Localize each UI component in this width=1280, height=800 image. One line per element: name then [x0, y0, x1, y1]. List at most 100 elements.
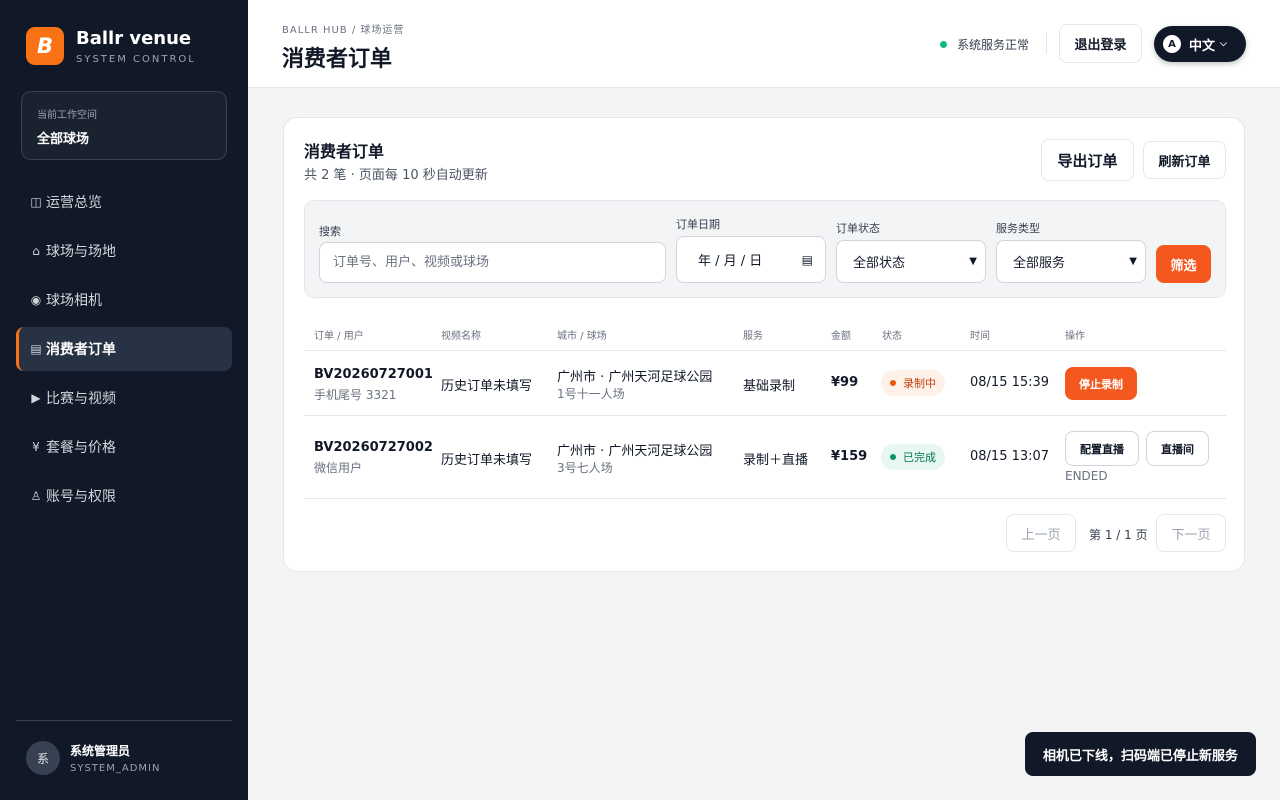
chevron-down-icon: ⌵ — [1220, 39, 1227, 49]
language-icon: A — [1163, 35, 1181, 53]
table-row[interactable]: BV20260727001 手机尾号 3321 历史订单未填写 广州市 · 广州… — [304, 351, 1226, 416]
table-header: 订单 / 用户 视频名称 城市 / 球场 服务 金额 状态 时间 操作 — [304, 318, 1226, 351]
status-dot-icon — [890, 380, 896, 386]
column-header: 城市 / 球场 — [557, 331, 607, 342]
language-switcher[interactable]: A 中文 ⌵ — [1154, 26, 1246, 62]
brand-text: Ballr venue SYSTEM CONTROL — [76, 28, 196, 65]
export-orders-button[interactable]: 导出订单 — [1041, 139, 1134, 181]
order-status-label: 订单状态 — [836, 222, 880, 235]
page-info: 第 1 / 1 页 — [1089, 528, 1148, 542]
stop-recording-button[interactable]: 停止录制 — [1065, 367, 1137, 400]
workspace-label: 当前工作空间 — [37, 110, 97, 121]
card-title: 消费者订单 — [304, 142, 385, 161]
order-status-select[interactable]: 全部状态 ▼ — [836, 240, 986, 283]
next-page-button[interactable]: 下一页 — [1156, 514, 1226, 552]
filter-bar: 搜索 订单日期 年 / 月 / 日 ▤ 订单状态 全部状态 ▼ 服务类型 全部服… — [304, 200, 1226, 298]
video-name: 历史订单未填写 — [441, 379, 533, 394]
video-name: 历史订单未填写 — [441, 453, 533, 468]
sidebar-item-label: 比赛与视频 — [46, 391, 116, 407]
date-value: 年 / 月 / 日 — [698, 254, 763, 269]
column-header: 订单 / 用户 — [314, 331, 364, 342]
brand[interactable]: B Ballr venue SYSTEM CONTROL — [26, 27, 196, 65]
prev-page-button[interactable]: 上一页 — [1006, 514, 1076, 552]
order-status-value: 全部状态 — [853, 256, 906, 271]
status-text: 系统服务正常 — [957, 38, 1030, 52]
sidebar-item-label: 消费者订单 — [46, 342, 116, 358]
sidebar-item-overview[interactable]: ◫ 运营总览 — [16, 180, 232, 224]
service-type-select[interactable]: 全部服务 ▼ — [996, 240, 1146, 283]
service-type-value: 全部服务 — [1013, 256, 1066, 271]
toast-notification: 相机已下线，扫码端已停止新服务 — [1025, 732, 1256, 776]
column-header: 操作 — [1065, 331, 1085, 342]
refresh-orders-button[interactable]: 刷新订单 — [1143, 141, 1226, 179]
user-role: SYSTEM_ADMIN — [70, 763, 161, 774]
order-time: 08/15 13:07 — [970, 449, 1050, 464]
date-label: 订单日期 — [676, 218, 720, 231]
page-header: BALLR HUB / 球场运营 消费者订单 系统服务正常 退出登录 A 中文 … — [248, 0, 1280, 88]
table-row[interactable]: BV20260727002 微信用户 历史订单未填写 广州市 · 广州天河足球公… — [304, 416, 1226, 499]
field-name: 3号七人场 — [557, 461, 613, 475]
status-dot-icon — [940, 41, 947, 48]
field-name: 1号十一人场 — [557, 387, 625, 401]
sidebar-item-cameras[interactable]: ◉ 球场相机 — [16, 278, 232, 322]
filter-button[interactable]: 筛选 — [1156, 245, 1211, 283]
status-badge-label: 已完成 — [903, 451, 936, 464]
order-time: 08/15 15:39 — [970, 375, 1050, 390]
language-label: 中文 — [1189, 38, 1216, 54]
camera-icon: ◉ — [30, 293, 42, 307]
search-input[interactable] — [319, 242, 666, 283]
venue-name: 广州市 · 广州天河足球公园 — [557, 444, 713, 459]
yen-icon: ¥ — [32, 440, 40, 454]
column-header: 服务 — [743, 331, 763, 342]
workspace-selector[interactable]: 当前工作空间 全部球场 — [21, 91, 227, 160]
service-type: 基础录制 — [743, 379, 796, 394]
service-type-label: 服务类型 — [996, 222, 1040, 235]
order-user: 微信用户 — [314, 461, 363, 475]
page-title: 消费者订单 — [282, 47, 393, 72]
header-divider — [1046, 32, 1047, 54]
service-type: 录制＋直播 — [743, 453, 809, 468]
order-id: BV20260727002 — [314, 440, 433, 455]
status-badge-label: 录制中 — [903, 377, 936, 390]
column-header: 视频名称 — [441, 331, 481, 342]
column-header: 金额 — [831, 331, 851, 342]
order-date-field[interactable]: 年 / 月 / 日 ▤ — [676, 236, 826, 283]
avatar: 系 — [26, 741, 60, 775]
user-info: 系统管理员 SYSTEM_ADMIN — [70, 742, 160, 774]
user-profile[interactable]: 系 系统管理员 SYSTEM_ADMIN — [16, 720, 232, 795]
calendar-icon[interactable]: ▤ — [802, 253, 813, 267]
status-badge: 已完成 — [881, 444, 945, 470]
sidebar-item-orders[interactable]: ▤ 消费者订单 — [16, 327, 232, 371]
order-id: BV20260727001 — [314, 367, 433, 382]
chevron-down-icon: ▼ — [1129, 256, 1137, 267]
sidebar-item-venues[interactable]: ⌂ 球场与场地 — [16, 229, 232, 273]
sidebar-item-label: 账号与权限 — [46, 489, 116, 505]
configure-live-button[interactable]: 配置直播 — [1065, 431, 1139, 466]
sidebar-item-label: 套餐与价格 — [46, 440, 116, 456]
column-header: 状态 — [882, 331, 902, 342]
sidebar-item-accounts[interactable]: ♙ 账号与权限 — [16, 474, 232, 518]
orders-card: 消费者订单 共 2 笔 · 页面每 10 秒自动更新 导出订单 刷新订单 搜索 … — [283, 117, 1245, 572]
logout-button[interactable]: 退出登录 — [1059, 24, 1142, 63]
sidebar-item-label: 运营总览 — [46, 195, 102, 211]
list-icon: ▤ — [30, 342, 42, 356]
system-status: 系统服务正常 — [940, 36, 1029, 53]
order-amount: ¥99 — [831, 375, 859, 390]
user-name: 系统管理员 — [70, 744, 131, 758]
brand-subtitle: SYSTEM CONTROL — [76, 53, 196, 65]
live-room-button[interactable]: 直播间 — [1146, 431, 1209, 466]
sidebar: B Ballr venue SYSTEM CONTROL 当前工作空间 全部球场… — [0, 0, 248, 800]
brand-name: Ballr venue — [76, 27, 192, 49]
sidebar-nav: ◫ 运营总览 ⌂ 球场与场地 ◉ 球场相机 ▤ 消费者订单 ▶ 比赛与视频 ¥ … — [16, 180, 232, 523]
user-shield-icon: ♙ — [30, 489, 42, 503]
chevron-down-icon: ▼ — [969, 256, 977, 267]
column-header: 时间 — [970, 331, 990, 342]
home-icon: ⌂ — [32, 244, 40, 258]
sidebar-item-matches[interactable]: ▶ 比赛与视频 — [16, 376, 232, 420]
orders-table: 订单 / 用户 视频名称 城市 / 球场 服务 金额 状态 时间 操作 BV20… — [304, 318, 1226, 499]
status-dot-icon — [890, 454, 896, 460]
sidebar-item-pricing[interactable]: ¥ 套餐与价格 — [16, 425, 232, 469]
brand-logo-icon: B — [26, 27, 64, 65]
order-amount: ¥159 — [831, 449, 868, 464]
search-label: 搜索 — [319, 225, 341, 238]
